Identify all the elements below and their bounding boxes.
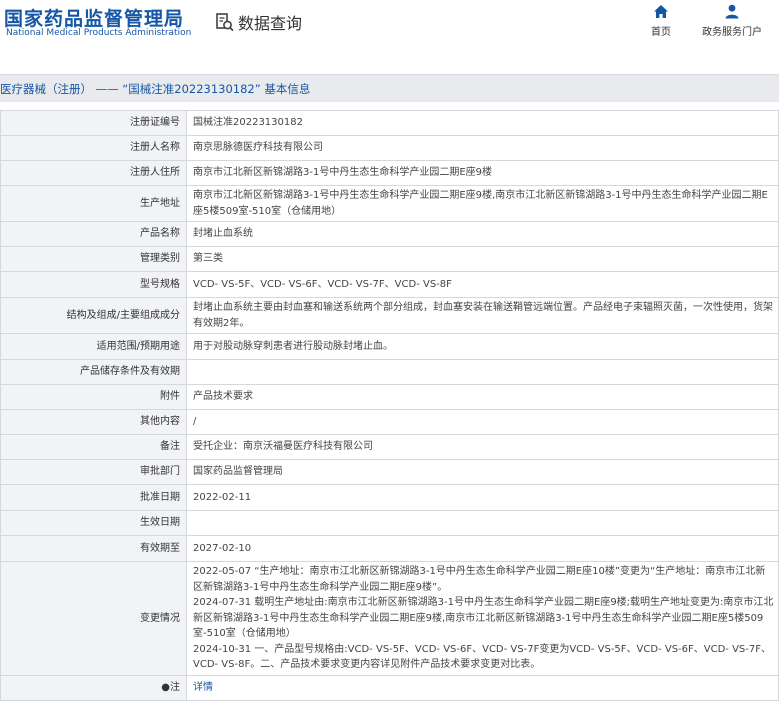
table-row: 型号规格 VCD- VS-5F、VCD- VS-6F、VCD- VS-7F、VC…	[0, 271, 779, 298]
table-row: 产品名称 封堵止血系统	[0, 221, 779, 247]
field-value: 用于对股动脉穿刺患者进行股动脉封堵止血。	[186, 333, 779, 360]
table-row: 管理类别 第三类	[0, 246, 779, 272]
table-row: 产品储存条件及有效期	[0, 359, 779, 385]
field-value: 南京市江北新区新锦湖路3-1号中丹生态生命科学产业园二期E座9楼,南京市江北新区…	[186, 185, 779, 222]
field-value: 南京市江北新区新锦湖路3-1号中丹生态生命科学产业园二期E座9楼	[186, 160, 779, 186]
breadcrumb: 医疗器械（注册） —— “国械注准20223130182” 基本信息	[0, 82, 311, 96]
field-label: 结构及组成/主要组成成分	[0, 297, 187, 334]
table-row: 有效期至 2027-02-10	[0, 535, 779, 562]
field-label: 管理类别	[0, 246, 187, 272]
change-entry: 2024-10-31 一、产品型号规格由:VCD- VS-5F、VCD- VS-…	[193, 643, 771, 671]
table-row: ●注 详情	[0, 674, 779, 701]
nav-service-label: 政务服务门户	[702, 27, 762, 38]
field-value: 受托企业：南京沃福曼医疗科技有限公司	[186, 434, 779, 460]
field-label: 备注	[0, 434, 187, 460]
table-row: 注册证编号 国械注准20223130182	[0, 110, 779, 136]
data-query-title[interactable]: 数据查询	[215, 10, 302, 34]
field-label: 生产地址	[0, 185, 187, 222]
nav-home[interactable]: 首页	[626, 4, 696, 38]
field-value: 2027-02-10	[186, 535, 779, 562]
home-icon	[654, 5, 668, 18]
field-label: 适用范围/预期用途	[0, 333, 187, 360]
field-label: 有效期至	[0, 535, 187, 562]
field-label: 变更情况	[0, 561, 187, 676]
field-label: 注册证编号	[0, 110, 187, 136]
detail-link[interactable]: 详情	[193, 682, 213, 693]
table-row: 结构及组成/主要组成成分 封堵止血系统主要由封血塞和输送系统两个部分组成，封血塞…	[0, 297, 779, 334]
field-label: 生效日期	[0, 510, 187, 536]
table-row: 其他内容 /	[0, 409, 779, 435]
field-value: 国械注准20223130182	[186, 110, 779, 136]
site-logo[interactable]: 国家药品监督管理局	[4, 4, 184, 31]
table-row: 生产地址 南京市江北新区新锦湖路3-1号中丹生态生命科学产业园二期E座9楼,南京…	[0, 185, 779, 222]
field-label: 注册人住所	[0, 160, 187, 186]
table-row: 注册人名称 南京思脉德医疗科技有限公司	[0, 135, 779, 161]
site-header: 国家药品监督管理局 National Medical Products Admi…	[0, 0, 779, 70]
field-value: 详情	[186, 674, 779, 701]
table-row: 生效日期	[0, 510, 779, 536]
table-row: 批准日期 2022-02-11	[0, 484, 779, 511]
field-value: /	[186, 409, 779, 435]
field-label: ●注	[0, 674, 187, 701]
field-label: 产品名称	[0, 221, 187, 247]
field-value: 产品技术要求	[186, 384, 779, 410]
search-doc-icon	[216, 13, 234, 32]
field-label: 型号规格	[0, 271, 187, 298]
table-row: 备注 受托企业：南京沃福曼医疗科技有限公司	[0, 434, 779, 460]
table-row: 附件 产品技术要求	[0, 384, 779, 410]
field-label: 其他内容	[0, 409, 187, 435]
nav-home-label: 首页	[651, 27, 671, 38]
field-value: VCD- VS-5F、VCD- VS-6F、VCD- VS-7F、VCD- VS…	[186, 271, 779, 298]
field-value: 国家药品监督管理局	[186, 459, 779, 485]
field-label: 审批部门	[0, 459, 187, 485]
field-label: 注册人名称	[0, 135, 187, 161]
field-value	[186, 359, 779, 385]
data-query-label: 数据查询	[238, 14, 303, 33]
change-history: 2022-05-07 “生产地址：南京市江北新区新锦湖路3-1号中丹生态生命科学…	[186, 561, 779, 676]
field-value: 南京思脉德医疗科技有限公司	[186, 135, 779, 161]
table-row: 注册人住所 南京市江北新区新锦湖路3-1号中丹生态生命科学产业园二期E座9楼	[0, 160, 779, 186]
field-value	[186, 510, 779, 536]
registration-info-table: 注册证编号 国械注准20223130182 注册人名称 南京思脉德医疗科技有限公…	[0, 110, 779, 701]
field-value: 第三类	[186, 246, 779, 272]
change-entry: 2022-05-07 “生产地址：南京市江北新区新锦湖路3-1号中丹生态生命科学…	[193, 566, 766, 593]
user-icon	[725, 4, 739, 19]
field-label: 附件	[0, 384, 187, 410]
table-row: 审批部门 国家药品监督管理局	[0, 459, 779, 485]
field-label: 产品储存条件及有效期	[0, 359, 187, 385]
nav-service-portal[interactable]: 政务服务门户	[697, 4, 767, 38]
table-row: 适用范围/预期用途 用于对股动脉穿刺患者进行股动脉封堵止血。	[0, 333, 779, 360]
field-value: 封堵止血系统	[186, 221, 779, 247]
change-entry: 2024-07-31 载明生产地址由:南京市江北新区新锦湖路3-1号中丹生态生命…	[193, 597, 774, 639]
field-value: 封堵止血系统主要由封血塞和输送系统两个部分组成，封血塞安装在输送鞘管远端位置。产…	[186, 297, 779, 334]
site-logo-english: National Medical Products Administration	[6, 28, 192, 38]
breadcrumb-bar: 医疗器械（注册） —— “国械注准20223130182” 基本信息	[0, 74, 779, 102]
field-value: 2022-02-11	[186, 484, 779, 511]
table-row: 变更情况 2022-05-07 “生产地址：南京市江北新区新锦湖路3-1号中丹生…	[0, 561, 779, 676]
field-label: 批准日期	[0, 484, 187, 511]
